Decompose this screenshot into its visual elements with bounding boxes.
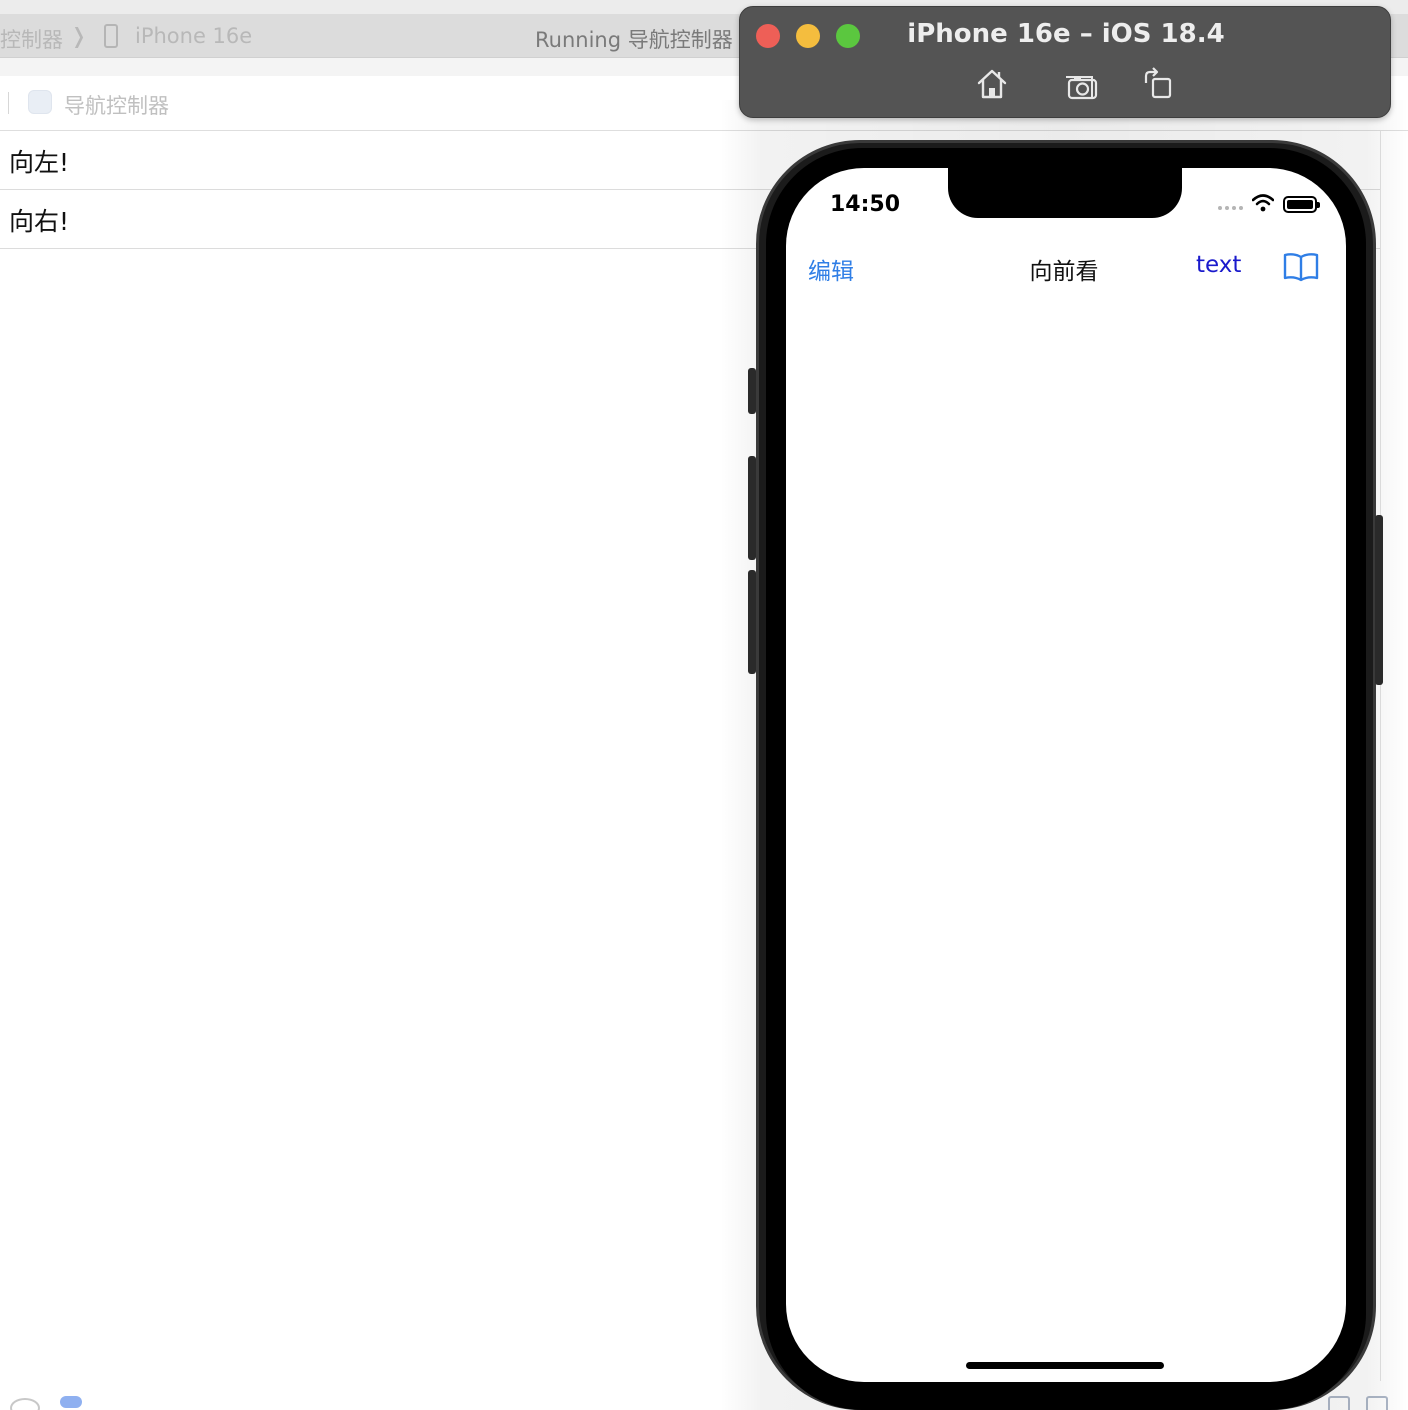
camera-icon[interactable] — [1062, 67, 1098, 101]
editor-tab-label[interactable]: 导航控制器 — [64, 90, 169, 120]
run-destination[interactable]: iPhone 16e — [135, 24, 252, 48]
status-time: 14:50 — [830, 192, 901, 217]
rotate-icon[interactable] — [1140, 67, 1176, 101]
cellular-dots-icon — [1218, 206, 1246, 212]
row-label-left: 向左! — [9, 148, 70, 177]
volume-up-button[interactable] — [748, 456, 756, 560]
text-button[interactable]: text — [1196, 252, 1241, 278]
simulator-title: iPhone 16e – iOS 18.4 — [907, 19, 1225, 49]
notch — [948, 168, 1182, 218]
iphone-screen: 14:50 编辑 向前看 text — [786, 168, 1346, 1382]
activity-status: Running 导航控制器 — [535, 28, 733, 52]
nav-title: 向前看 — [1029, 259, 1099, 285]
simulator-titlebar: iPhone 16e – iOS 18.4 — [739, 6, 1391, 118]
book-icon[interactable] — [1282, 252, 1320, 282]
tab-divider — [8, 92, 9, 114]
volume-down-button[interactable] — [748, 570, 756, 674]
iphone-device-icon — [104, 24, 118, 48]
row-label-right: 向右! — [9, 207, 70, 236]
wifi-icon — [1251, 194, 1275, 212]
breadcrumb-separator-icon: ❭ — [70, 24, 88, 48]
storyboard-file-icon — [28, 90, 52, 114]
toggle-icon[interactable] — [60, 1396, 82, 1408]
battery-icon — [1283, 196, 1320, 213]
silent-switch — [748, 368, 756, 414]
eye-icon[interactable] — [10, 1398, 40, 1410]
home-indicator[interactable] — [966, 1362, 1164, 1369]
scheme-breadcrumb[interactable]: 控制器 — [0, 24, 63, 54]
home-icon[interactable] — [974, 67, 1010, 101]
power-button[interactable] — [1375, 515, 1383, 685]
bottom-left-controls — [10, 1394, 90, 1410]
